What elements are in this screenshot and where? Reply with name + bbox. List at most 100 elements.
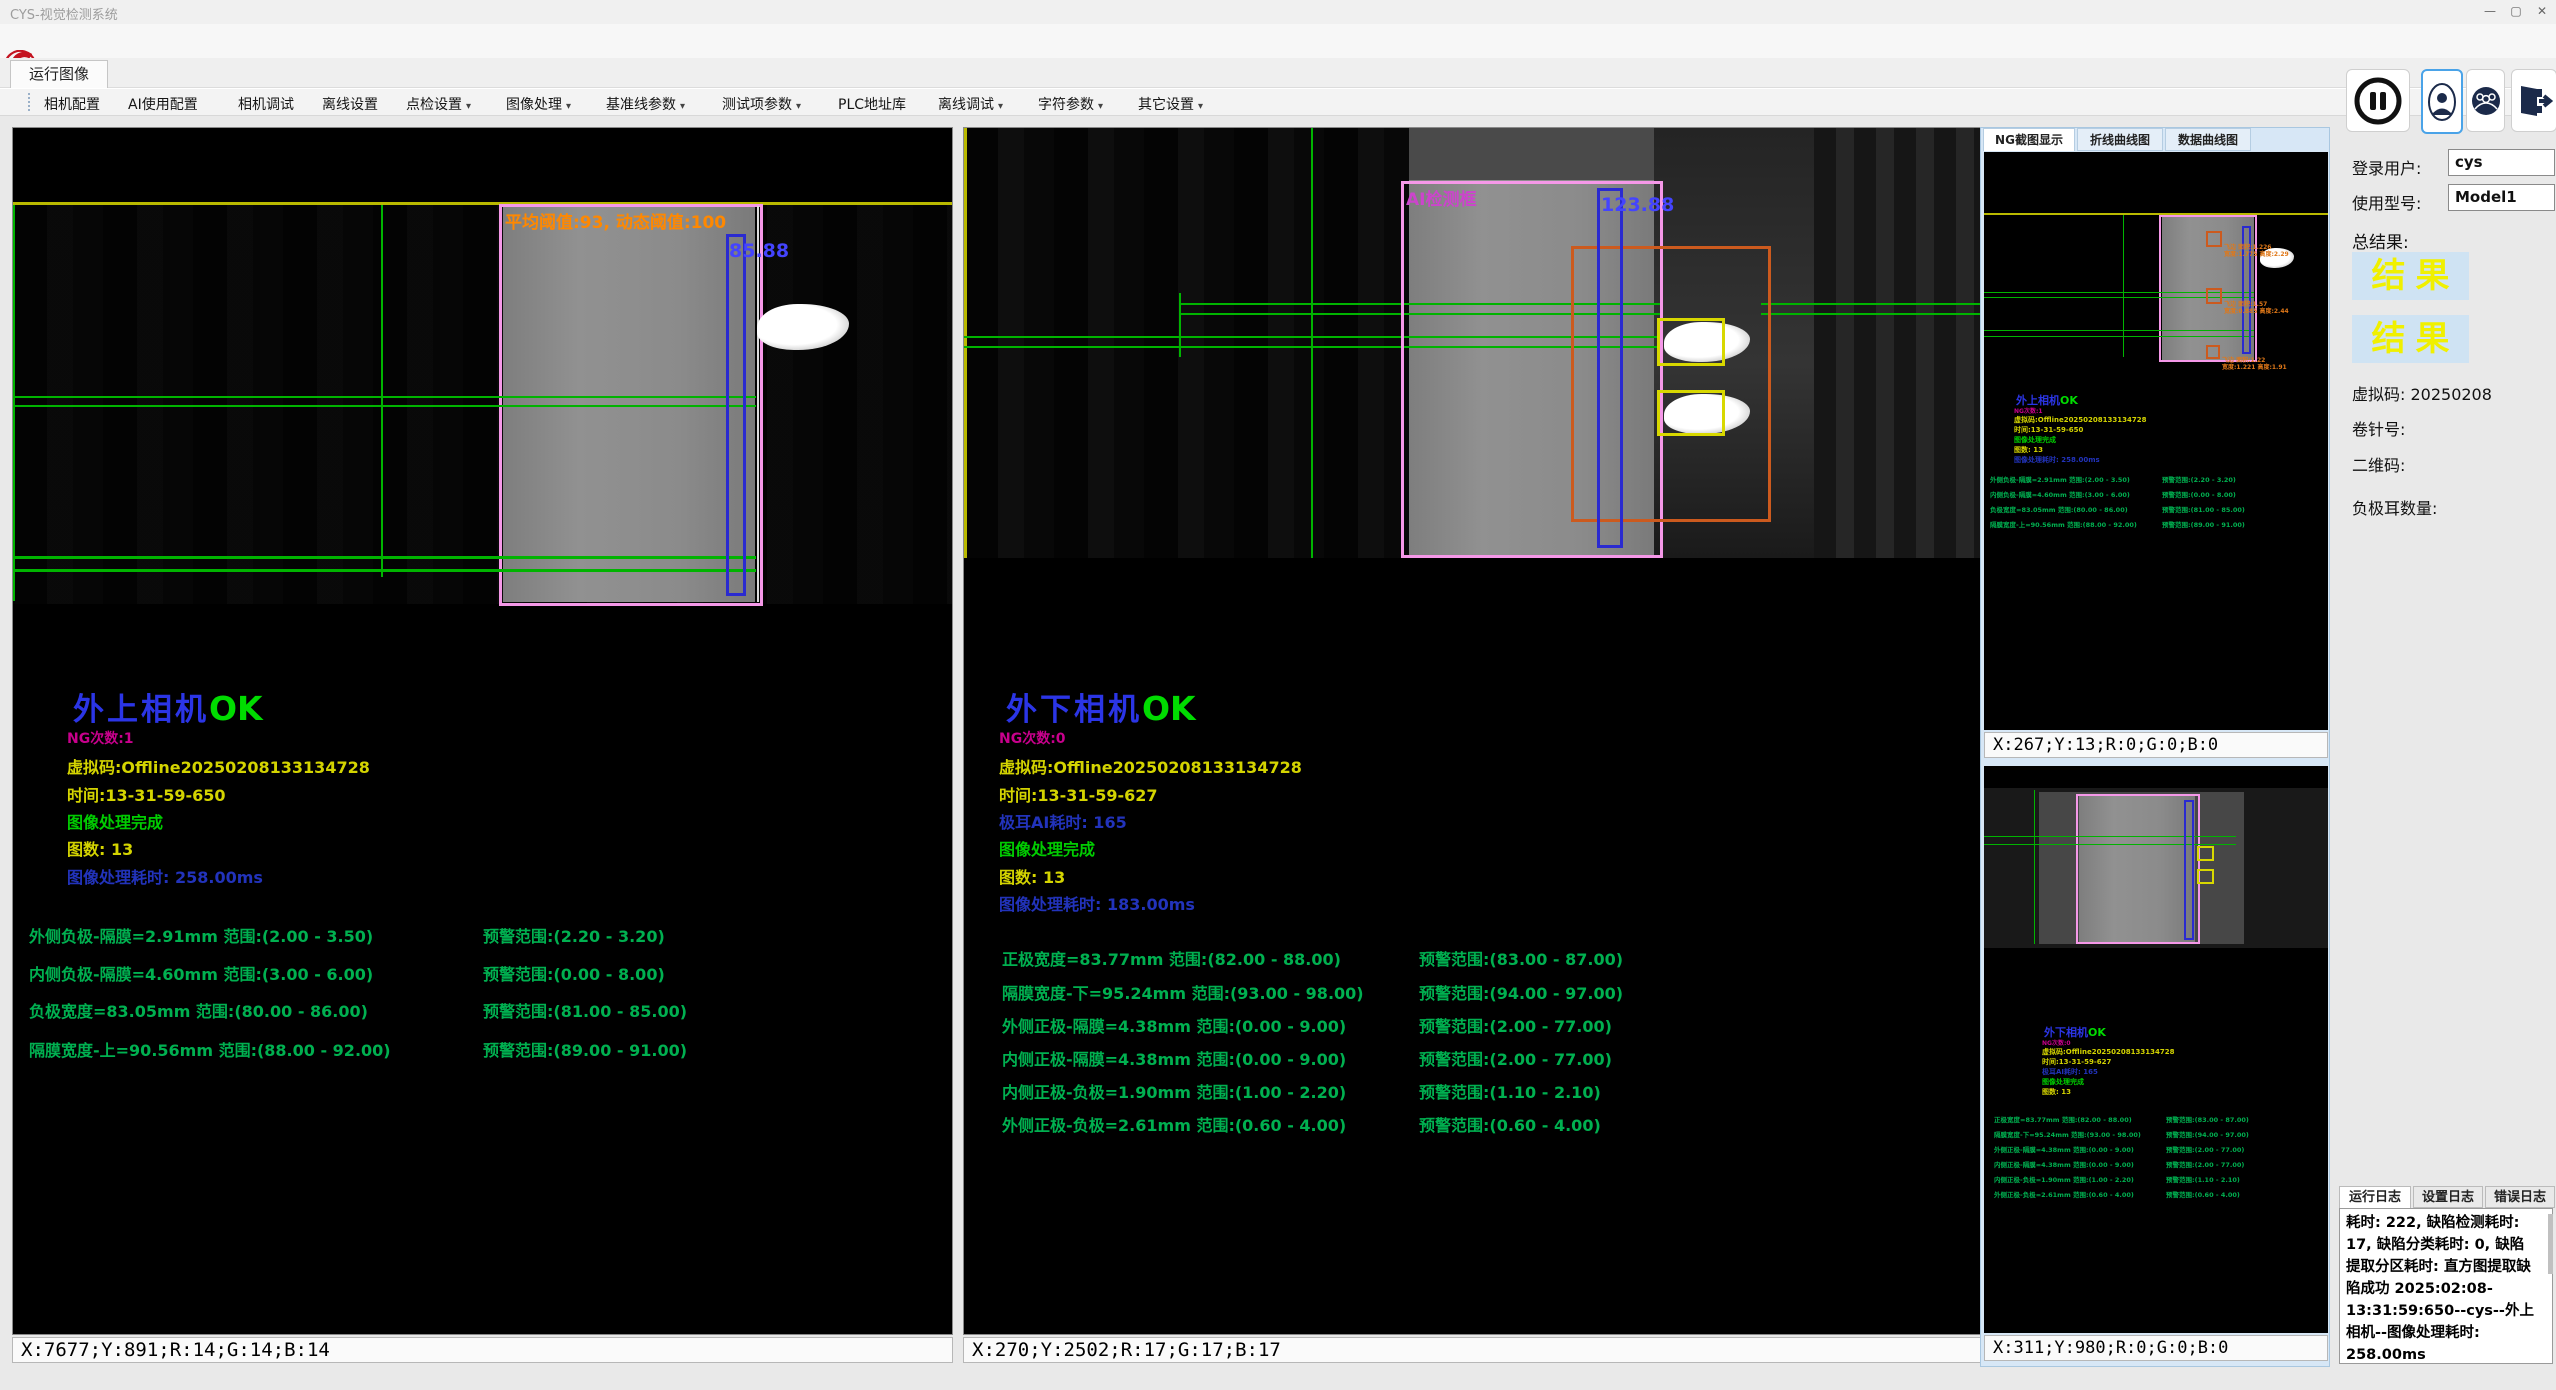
menu-bar: 系统配置 相机配置 通讯配置 IO卡配置 光源控制配置 查看 系统语言切换: [0, 24, 2556, 58]
tool-spot-check[interactable]: 点检设置: [406, 94, 471, 114]
time-stamp-mini: 时间:13-31-59-650: [2014, 425, 2083, 435]
image-count-mini: 图数: 13: [2014, 445, 2043, 455]
tool-camera-debug[interactable]: 相机调试: [238, 94, 294, 114]
tab-settings-log[interactable]: 设置日志: [2413, 1186, 2483, 1208]
view-tab-row: 运行图像: [0, 58, 2556, 88]
chevron-down-icon: [792, 97, 801, 113]
warn-range: 预警范围:(2.00 - 77.00): [1419, 1046, 1612, 1070]
negative-tab-count-label: 负极耳数量:: [2352, 495, 2437, 519]
login-user-field[interactable]: cys: [2448, 149, 2555, 176]
minimize-icon[interactable]: —: [2478, 2, 2502, 20]
warn-range: 预警范围:(81.00 - 85.00): [483, 998, 687, 1022]
camera-image-background: [964, 128, 1409, 558]
tab-detect-box-yellow: [2197, 869, 2214, 884]
measure-line-green: [1984, 844, 2236, 845]
ng-count: NG次数:0: [999, 728, 1066, 748]
guide-line-yellow: [13, 202, 953, 205]
virtual-code-label: 虚拟码: 20250208: [2352, 381, 2492, 405]
tab-detect-box-yellow: [1657, 318, 1725, 366]
tool-char-params[interactable]: 字符参数: [1038, 94, 1103, 114]
tool-ai-use-config[interactable]: AI使用配置: [128, 94, 198, 114]
ng-thumbnail-upper[interactable]: 飞边 面积:1.226宽度:1.775 高度:2.29 飞边 面积:1.57宽度…: [1984, 152, 2328, 730]
defect-box-orange: [2206, 288, 2222, 304]
measure-line-green: [13, 556, 756, 559]
log-scrollbar[interactable]: [2548, 1214, 2553, 1274]
measurement-row: 外侧正极-负极=2.61mm 范围:(0.60 - 4.00): [1002, 1112, 1346, 1136]
upper-camera-view[interactable]: 平均阈值:93, 动态阈值:100 85.88 外上相机OK NG次数:1 虚拟…: [12, 127, 953, 1335]
model-field[interactable]: Model1: [2448, 184, 2555, 211]
needle-number-label: 卷针号:: [2352, 416, 2405, 440]
tool-baseline-params[interactable]: 基准线参数: [606, 94, 685, 114]
guide-line-green: [2034, 790, 2035, 944]
tab-run-log[interactable]: 运行日志: [2339, 1186, 2411, 1208]
ng-count-mini: NG次数:0: [2042, 1038, 2071, 1047]
defect-box-orange: [2206, 345, 2220, 359]
tool-plc-address[interactable]: PLC地址库: [838, 94, 906, 114]
warn-range-mini: 预警范围:(81.00 - 85.00): [2162, 504, 2245, 514]
pause-button[interactable]: [2346, 69, 2410, 132]
exit-button[interactable]: [2511, 69, 2556, 132]
toolbar-grip: [28, 93, 30, 111]
measure-line-green: [1761, 303, 1981, 305]
warn-range-mini: 预警范围:(94.00 - 97.00): [2166, 1129, 2249, 1139]
exit-door-icon: [2515, 82, 2553, 120]
lower-camera-view[interactable]: AI检测框 123.88 外下相机OK NG次数:0 虚拟码:Offline20…: [963, 127, 1981, 1335]
camera-title: 外上相机OK: [73, 684, 263, 729]
warn-range-mini: 预警范围:(83.00 - 87.00): [2166, 1114, 2249, 1124]
measure-line-green: [1761, 313, 1981, 315]
tool-image-process[interactable]: 图像处理: [506, 94, 571, 114]
image-count: 图数: 13: [999, 864, 1065, 888]
tool-offline-setting[interactable]: 离线设置: [322, 94, 378, 114]
tab-run-image[interactable]: 运行图像: [10, 60, 108, 89]
title-bar: CYS-视觉检测系统 — ▢ ✕: [0, 0, 2556, 24]
tool-offline-debug[interactable]: 离线调试: [938, 94, 1003, 114]
result-badge-lower: 结果: [2352, 315, 2469, 363]
users-button[interactable]: [2466, 69, 2505, 132]
guide-line-yellow: [964, 128, 967, 558]
tool-test-params[interactable]: 测试项参数: [722, 94, 801, 114]
warn-range: 预警范围:(2.20 - 3.20): [483, 923, 665, 947]
tool-camera-config[interactable]: 相机配置: [44, 94, 100, 114]
ng-thumbnail-lower[interactable]: 外下相机OK NG次数:0 虚拟码:Offline202502081331347…: [1984, 766, 2328, 1333]
user-icon: [2427, 82, 2457, 122]
user-button[interactable]: [2421, 69, 2463, 134]
measure-line-green: [1984, 836, 2236, 837]
tab-ng-screenshot[interactable]: NG截图显示: [1983, 128, 2075, 151]
process-done-mini: 图像处理完成: [2014, 435, 2056, 445]
tool-other-settings[interactable]: 其它设置: [1138, 94, 1203, 114]
machine-right-bands: [1814, 128, 1981, 558]
warn-range-mini: 预警范围:(1.10 - 2.10): [2166, 1174, 2240, 1184]
edge-value-annotation: 123.88: [1601, 194, 1674, 216]
maximize-icon[interactable]: ▢: [2504, 2, 2528, 20]
measurement-row-mini: 外侧负极-隔膜=2.91mm 范围:(2.00 - 3.50): [1990, 474, 2130, 484]
run-log-text[interactable]: 耗时: 222, 缺陷检测耗时: 17, 缺陷分类耗时: 0, 缺陷提取分区耗时…: [2339, 1208, 2553, 1364]
ng-count: NG次数:1: [67, 728, 134, 748]
edge-detect-box-blue: [1597, 188, 1623, 548]
tab-data-curve[interactable]: 数据曲线图: [2165, 128, 2251, 151]
image-count: 图数: 13: [67, 836, 133, 860]
virtual-code-mini: 虚拟码:Offline20250208133134728: [2014, 415, 2147, 425]
login-user-label: 登录用户:: [2352, 155, 2421, 179]
ng-count-mini: NG次数:1: [2014, 406, 2043, 415]
warn-range-mini: 预警范围:(89.00 - 91.00): [2162, 519, 2245, 529]
measurement-row: 内侧负极-隔膜=4.60mm 范围:(3.00 - 6.00): [29, 961, 373, 985]
measurement-row-mini: 外侧正极-隔膜=4.38mm 范围:(0.00 - 9.00): [1994, 1144, 2134, 1154]
close-icon[interactable]: ✕: [2530, 2, 2554, 20]
process-done: 图像处理完成: [999, 836, 1095, 860]
time-stamp: 时间:13-31-59-627: [999, 782, 1158, 806]
virtual-code: 虚拟码:Offline20250208133134728: [999, 754, 1302, 778]
lower-thumb-pixel-status: X:311;Y:980;R:0;G:0;B:0: [1984, 1335, 2328, 1361]
ai-cost-mini: 极耳AI耗时: 165: [2042, 1067, 2098, 1077]
strip-edge-highlight: [757, 206, 759, 602]
measurement-row-mini: 内侧正极-负极=1.90mm 范围:(1.00 - 2.20): [1994, 1174, 2134, 1184]
guide-line-green: [1311, 128, 1313, 558]
measurement-row: 正极宽度=83.77mm 范围:(82.00 - 88.00): [1002, 946, 1341, 970]
warn-range-mini: 预警范围:(0.60 - 4.00): [2166, 1189, 2240, 1199]
total-result-label: 总结果:: [2352, 228, 2409, 253]
image-count-mini: 图数: 13: [2042, 1087, 2071, 1097]
warn-range: 预警范围:(89.00 - 91.00): [483, 1037, 687, 1061]
tab-line-curve[interactable]: 折线曲线图: [2077, 128, 2163, 151]
tab-error-log[interactable]: 错误日志: [2485, 1186, 2555, 1208]
measure-line-green: [1984, 336, 2254, 337]
measurement-row-mini: 内侧正极-隔膜=4.38mm 范围:(0.00 - 9.00): [1994, 1159, 2134, 1169]
